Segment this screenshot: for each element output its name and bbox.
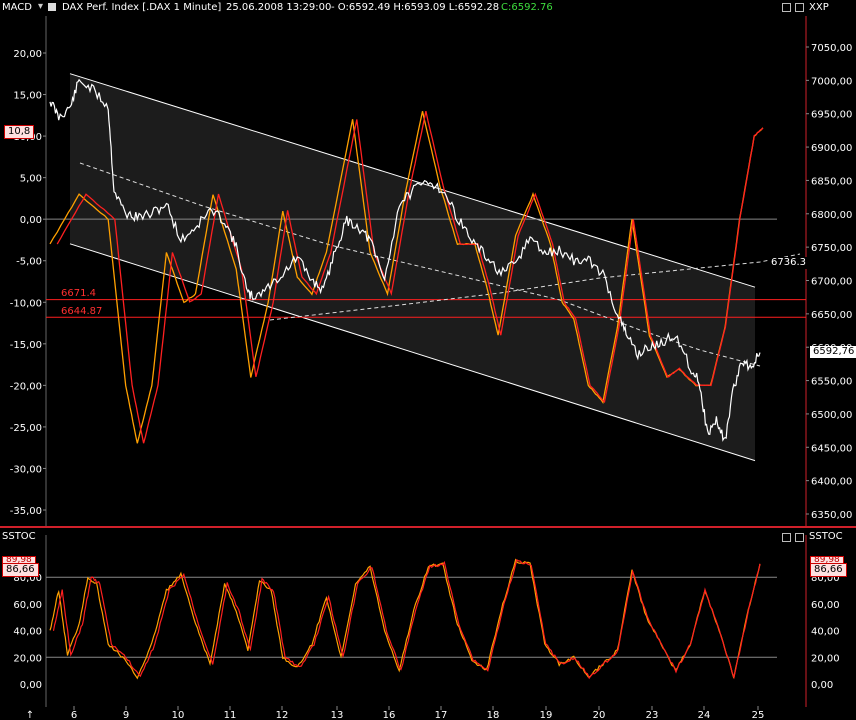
chart-title: DAX Perf. Index [.DAX 1 Minute]: [62, 2, 222, 13]
x-tick-label: 10: [172, 710, 185, 720]
macd-tick-label: -25,00: [10, 423, 42, 434]
macd-dropdown-icon[interactable]: ▾: [38, 0, 43, 14]
macd-tick-label: -10,00: [10, 298, 42, 309]
x-tick-label: 6: [71, 710, 77, 720]
sstoc-right-tick-label: 40,00: [811, 627, 840, 638]
x-tick-label: 11: [224, 710, 237, 720]
x-tick-label: 25: [752, 710, 765, 720]
window-icon[interactable]: [48, 3, 56, 11]
price-tick-label: 6400,00: [811, 477, 852, 488]
x-tick-label: 24: [698, 710, 711, 720]
macd-value-tag: 10,8: [4, 125, 35, 139]
price-tick-label: 7000,00: [811, 76, 852, 87]
price-last-tag: 6592,76: [810, 346, 856, 358]
sstoc-minimize-icon[interactable]: [782, 533, 791, 542]
price-tick-label: 6500,00: [811, 410, 852, 421]
macd-tick-label: -20,00: [10, 381, 42, 392]
price-tick-label: 6800,00: [811, 210, 852, 221]
sstoc-right-tick-label: 60,00: [811, 600, 840, 611]
stoc-right-tag: 86,66: [810, 563, 847, 577]
price-tick-label: 6650,00: [811, 310, 852, 321]
macd-tick-label: 20,00: [13, 49, 42, 60]
macd-tick-label: -30,00: [10, 464, 42, 475]
header-bar: MACD ▾ DAX Perf. Index [.DAX 1 Minute] 2…: [0, 0, 856, 15]
x-tick-label: 18: [487, 710, 500, 720]
sstoc-left-tick-label: 40,00: [13, 627, 42, 638]
hline1-label: 6671.4: [61, 288, 96, 299]
x-tick-label: 9: [123, 710, 129, 720]
price-tick-label: 7050,00: [811, 43, 852, 54]
macd-label[interactable]: MACD: [2, 0, 32, 15]
xxp-label: XXP: [809, 2, 829, 13]
chart-ohl: - O:6592.49 H:6593.09 L:6592.28: [331, 2, 500, 13]
hline2-label: 6644.87: [61, 306, 103, 317]
minimize-icon[interactable]: [782, 3, 791, 12]
x-tick-label: 23: [646, 710, 659, 720]
ma-value-tag: 6736.3: [768, 257, 809, 269]
sstoc-right-tick-label: 0,00: [811, 680, 833, 691]
sstoc-close-icon[interactable]: [795, 533, 804, 542]
price-tick-label: 6550,00: [811, 377, 852, 388]
sstoc-left-label[interactable]: SSTOC: [2, 531, 36, 542]
x-tick-label: 17: [435, 710, 448, 720]
x-tick-label: 19: [540, 710, 553, 720]
sstoc-right-label: SSTOC: [809, 531, 843, 542]
x-tick-label: 13: [331, 710, 344, 720]
price-tick-label: 6450,00: [811, 443, 852, 454]
sstoc-left-tick-label: 0,00: [20, 680, 42, 691]
x-tick-label: 20: [593, 710, 606, 720]
macd-tick-label: -5,00: [16, 257, 42, 268]
trend-channel: [70, 73, 755, 461]
sstoc-right-tick-label: 20,00: [811, 653, 840, 664]
x-tick-label: 12: [276, 710, 289, 720]
x-start-icon: ↑: [26, 710, 34, 720]
price-tick-label: 6850,00: [811, 176, 852, 187]
sstoc-left-tick-label: 20,00: [13, 653, 42, 664]
sstoc-left-tick-label: 60,00: [13, 600, 42, 611]
price-tick-label: 6350,00: [811, 510, 852, 521]
price-tick-label: 6750,00: [811, 243, 852, 254]
close-icon[interactable]: [795, 3, 804, 12]
x-tick-label: 16: [383, 710, 396, 720]
macd-tick-label: -35,00: [10, 506, 42, 517]
macd-tick-label: 5,00: [20, 174, 42, 185]
chart-canvas: 20,0015,0010,005,000,00-5,00-10,00-15,00…: [0, 16, 856, 720]
chart-close: C:6592.76: [501, 2, 553, 13]
price-tick-label: 6700,00: [811, 277, 852, 288]
macd-tick-label: -15,00: [10, 340, 42, 351]
price-tick-label: 6900,00: [811, 143, 852, 154]
chart-datetime: 25.06.2008 13:29:00: [226, 2, 332, 13]
macd-tick-label: 0,00: [20, 215, 42, 226]
stoc-left-tag: 86,66: [2, 563, 39, 577]
price-tick-label: 6950,00: [811, 110, 852, 121]
macd-tick-label: 15,00: [13, 91, 42, 102]
